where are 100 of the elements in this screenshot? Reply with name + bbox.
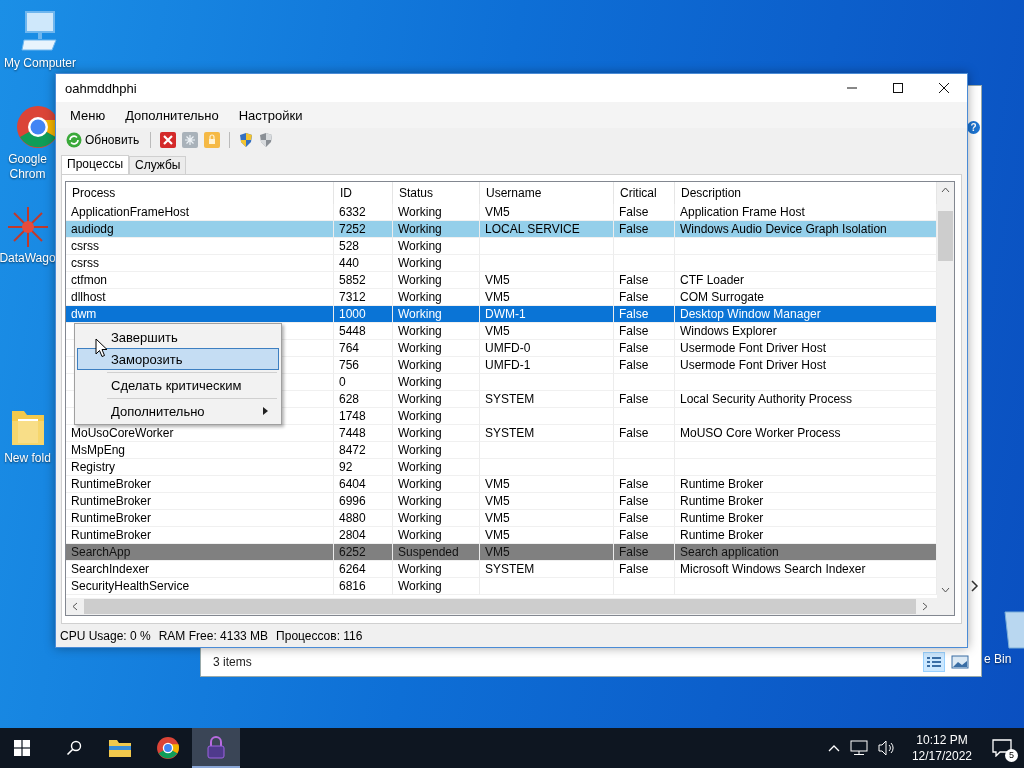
- table-cell: 528: [339, 239, 360, 253]
- table-cell: False: [619, 511, 649, 525]
- horizontal-scrollbar[interactable]: [66, 598, 954, 615]
- table-cell: Runtime Broker: [680, 528, 764, 542]
- column-header[interactable]: Status: [393, 182, 480, 204]
- vertical-scrollbar[interactable]: [937, 182, 954, 598]
- chevron-right-icon[interactable]: [971, 580, 979, 592]
- desktop-icon-label[interactable]: Google Chrom: [2, 152, 53, 182]
- table-cell: Working: [398, 222, 442, 236]
- table-cell: Working: [398, 307, 442, 321]
- folder-icon: [108, 738, 132, 758]
- table-cell: VM5: [485, 205, 510, 219]
- table-cell: Working: [398, 426, 442, 440]
- table-cell: Usermode Font Driver Host: [680, 341, 827, 355]
- maximize-icon[interactable]: [892, 82, 904, 94]
- table-cell: Windows Explorer: [680, 324, 777, 338]
- search-icon[interactable]: [66, 740, 82, 756]
- table-cell: 2804: [339, 528, 366, 542]
- table-row[interactable]: csrss 440 Working: [66, 255, 937, 272]
- table-cell: 5448: [339, 324, 366, 338]
- scrollbar-thumb[interactable]: [84, 599, 916, 614]
- scroll-left-icon[interactable]: [72, 602, 78, 611]
- table-cell: 6404: [339, 477, 366, 491]
- table-cell: Runtime Broker: [680, 511, 764, 525]
- clock-time[interactable]: 10:12 PM: [916, 732, 968, 748]
- menu-item[interactable]: Дополнительно: [117, 107, 227, 123]
- speaker-icon[interactable]: [877, 740, 896, 756]
- close-icon[interactable]: [938, 82, 950, 94]
- table-cell: DWM-1: [485, 307, 526, 321]
- table-cell: Working: [398, 511, 442, 525]
- table-row[interactable]: Registry 92 Working: [66, 459, 937, 476]
- table-cell: UMFD-1: [485, 358, 531, 372]
- table-cell: False: [619, 324, 649, 338]
- table-cell: False: [619, 358, 649, 372]
- table-cell: Working: [398, 324, 442, 338]
- table-row[interactable]: RuntimeBroker 6996 Working VM5 False Runtime Broker: [66, 493, 937, 510]
- table-cell: RuntimeBroker: [71, 477, 152, 491]
- tab[interactable]: Процессы: [61, 155, 129, 174]
- chevron-up-icon[interactable]: [827, 744, 840, 752]
- desktop-icon-label[interactable]: My Computer: [4, 56, 76, 71]
- table-row[interactable]: RuntimeBroker 4880 Working VM5 False Runtime Broker: [66, 510, 937, 527]
- scroll-down-icon[interactable]: [941, 587, 950, 593]
- table-cell: CTF Loader: [680, 273, 745, 287]
- table-cell: Working: [398, 494, 442, 508]
- tab[interactable]: Службы: [129, 156, 187, 174]
- table-cell: Microsoft Windows Search Indexer: [680, 562, 866, 576]
- table-row[interactable]: SearchIndexer 6264 Working SYSTEM False Microsoft Windows Search Indexer: [66, 561, 937, 578]
- table-row[interactable]: csrss 528 Working: [66, 238, 937, 255]
- desktop-icon-label[interactable]: DataWago: [0, 251, 56, 266]
- table-cell: Working: [398, 256, 442, 270]
- column-header[interactable]: Process: [66, 182, 334, 204]
- table-cell: COM Surrogate: [680, 290, 765, 304]
- thumbnail-view-icon[interactable]: [951, 655, 969, 669]
- desktop-icon-label[interactable]: e Bin: [984, 652, 1012, 667]
- table-cell: RuntimeBroker: [71, 528, 152, 542]
- status-text: CPU Usage: 0 %: [60, 628, 151, 643]
- table-row[interactable]: dwm 1000 Working DWM-1 False Desktop Window Manager: [66, 306, 937, 323]
- table-cell: Working: [398, 358, 442, 372]
- column-header[interactable]: Username: [480, 182, 614, 204]
- refresh-button[interactable]: Обновить: [64, 132, 142, 148]
- table-row[interactable]: audiodg 7252 Working LOCAL SERVICE False Windows Audio Device Graph Isolation: [66, 221, 937, 238]
- chrome-icon: [156, 736, 180, 760]
- desktop-icon-label[interactable]: New fold: [4, 451, 51, 466]
- menu-item[interactable]: Настройки: [230, 107, 311, 123]
- table-cell: Working: [398, 239, 442, 253]
- notification-icon[interactable]: [992, 739, 1012, 757]
- table-cell: 1748: [339, 409, 366, 423]
- network-icon[interactable]: [849, 740, 868, 756]
- shield-icon[interactable]: [239, 132, 254, 148]
- windows-logo-icon[interactable]: [14, 740, 30, 756]
- column-header[interactable]: ID: [334, 182, 393, 204]
- scrollbar-thumb[interactable]: [938, 211, 953, 261]
- scroll-right-icon[interactable]: [922, 602, 928, 611]
- table-cell: SecurityHealthService: [71, 579, 190, 593]
- context-menu-item[interactable]: Заморозить: [77, 348, 279, 370]
- table-row[interactable]: ctfmon 5852 Working VM5 False CTF Loader: [66, 272, 937, 289]
- details-view-icon[interactable]: [923, 652, 945, 672]
- table-cell: SYSTEM: [485, 392, 535, 406]
- clock-date[interactable]: 12/17/2022: [911, 748, 972, 764]
- scroll-up-icon[interactable]: [941, 187, 950, 193]
- table-cell: Suspended: [398, 545, 459, 559]
- table-cell: 4880: [339, 511, 366, 525]
- table-cell: ApplicationFrameHost: [71, 205, 190, 219]
- menu-item[interactable]: Меню: [62, 107, 114, 123]
- table-row[interactable]: RuntimeBroker 6404 Working VM5 False Runtime Broker: [66, 476, 937, 493]
- table-cell: Working: [398, 392, 442, 406]
- table-cell: Registry: [71, 460, 115, 474]
- table-cell: SearchIndexer: [71, 562, 150, 576]
- table-row[interactable]: SecurityHealthService 6816 Working: [66, 578, 937, 595]
- table-cell: LOCAL SERVICE: [485, 222, 580, 236]
- table-cell: False: [619, 307, 649, 321]
- computer-icon[interactable]: [20, 10, 60, 54]
- table-cell: audiodg: [71, 222, 114, 236]
- table-row[interactable]: MsMpEng 8472 Working: [66, 442, 937, 459]
- table-cell: Working: [398, 375, 442, 389]
- column-header[interactable]: Critical: [614, 182, 675, 204]
- table-cell: Application Frame Host: [680, 205, 805, 219]
- table-row[interactable]: SearchApp 6252 Suspended VM5 False Search application: [66, 544, 937, 561]
- notification-badge: 5: [1005, 749, 1018, 762]
- shield-icon[interactable]: [259, 132, 274, 148]
